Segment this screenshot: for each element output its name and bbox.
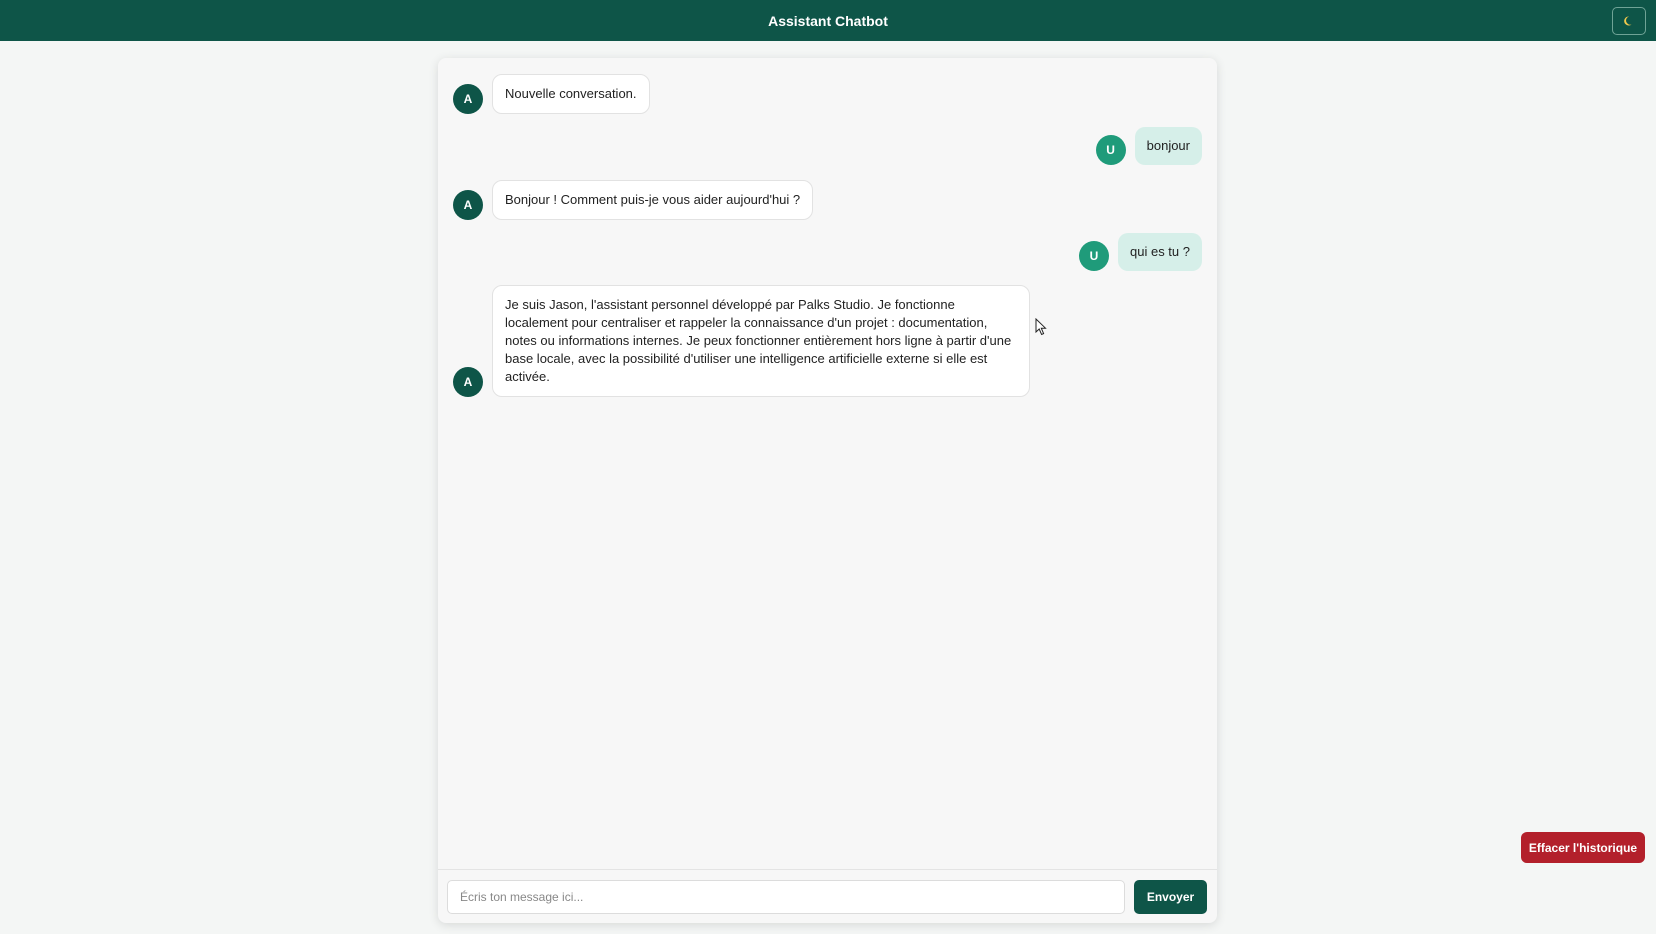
app-title: Assistant Chatbot [768, 12, 888, 29]
bot-avatar: A [453, 84, 483, 114]
message-list[interactable]: A Nouvelle conversation. U bonjour A Bon… [438, 58, 1217, 869]
bot-message-bubble: Je suis Jason, l'assistant personnel dév… [492, 285, 1030, 397]
bot-message-bubble: Nouvelle conversation. [492, 74, 650, 114]
bot-avatar: A [453, 367, 483, 397]
message-row-bot: A Nouvelle conversation. [453, 74, 650, 114]
user-message-bubble: qui es tu ? [1118, 233, 1202, 271]
top-bar: Assistant Chatbot [0, 0, 1656, 41]
mouse-cursor-icon [1035, 318, 1047, 336]
bot-avatar: A [453, 190, 483, 220]
user-avatar: U [1079, 241, 1109, 271]
moon-icon [1624, 16, 1632, 26]
composer-bar: Envoyer [438, 869, 1217, 923]
chat-panel: A Nouvelle conversation. U bonjour A Bon… [438, 58, 1217, 923]
theme-toggle-button[interactable] [1612, 7, 1646, 35]
user-message-bubble: bonjour [1134, 127, 1202, 165]
message-row-bot: A Je suis Jason, l'assistant personnel d… [453, 285, 1030, 397]
bot-message-bubble: Bonjour ! Comment puis-je vous aider auj… [492, 180, 814, 220]
clear-history-button[interactable]: Effacer l'historique [1521, 832, 1645, 863]
user-avatar: U [1095, 135, 1126, 165]
message-input[interactable] [447, 880, 1125, 914]
message-row-user: U qui es tu ? [1079, 233, 1202, 271]
send-button[interactable]: Envoyer [1134, 880, 1207, 914]
message-row-bot: A Bonjour ! Comment puis-je vous aider a… [453, 180, 814, 220]
message-row-user: U bonjour [1095, 127, 1202, 165]
